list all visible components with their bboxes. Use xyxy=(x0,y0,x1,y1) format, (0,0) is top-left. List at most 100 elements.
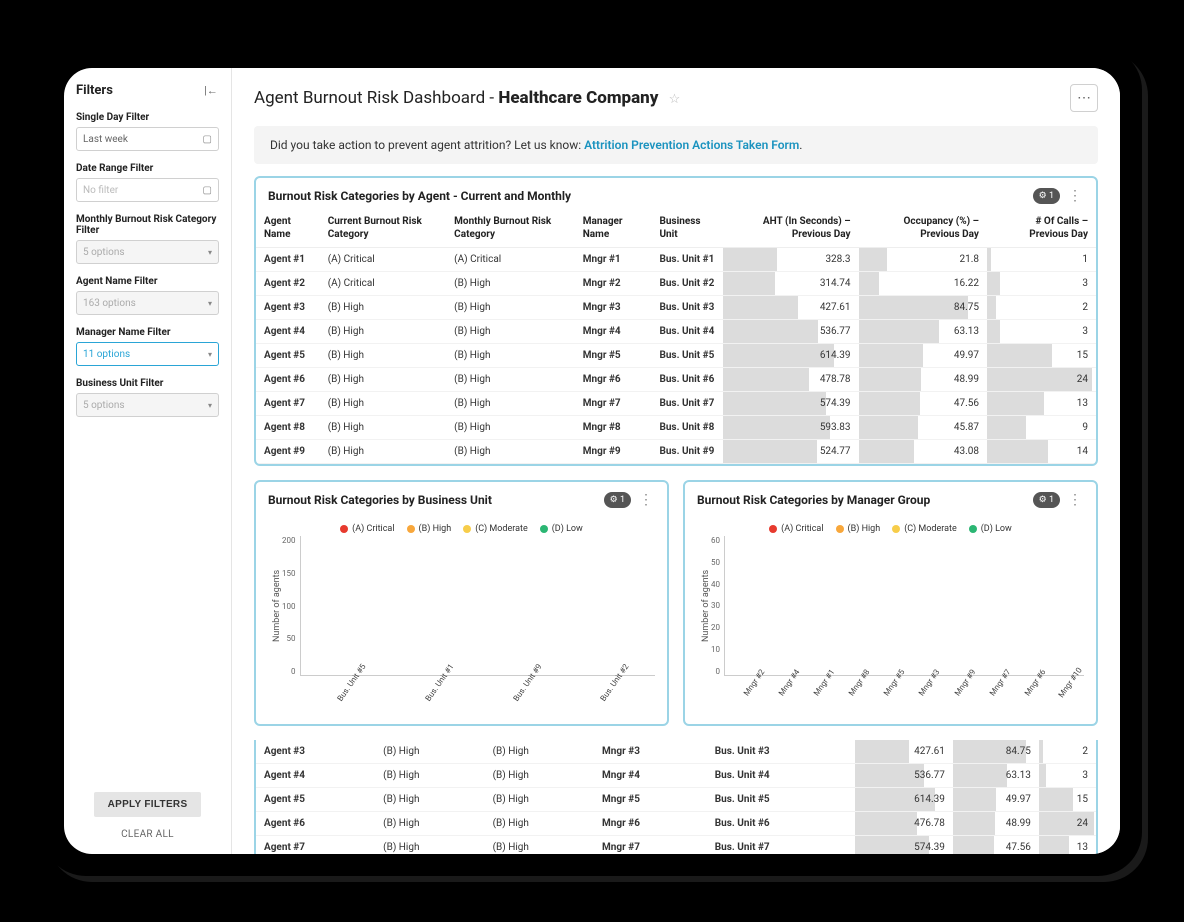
table-cell-bar: 614.39 xyxy=(855,788,953,812)
page-menu-button[interactable]: ⋯ xyxy=(1070,84,1098,112)
agent-burnout-table-continued-card: Agent #3(B) High(B) HighMngr #3Bus. Unit… xyxy=(254,740,1098,854)
table-row[interactable]: Agent #2(A) Critical(B) HighMngr #2Bus. … xyxy=(256,272,1096,296)
agent-name-filter-select[interactable]: 163 options ▾ xyxy=(76,291,219,315)
card-menu-icon[interactable]: ⋮ xyxy=(1066,188,1084,204)
table-row[interactable]: Agent #6(B) High(B) HighMngr #6Bus. Unit… xyxy=(256,812,1096,836)
table-cell: Bus. Unit #2 xyxy=(651,272,723,296)
table-cell-bar: 536.77 xyxy=(855,764,953,788)
apply-filters-button[interactable]: APPLY FILTERS xyxy=(94,792,202,817)
monthly-risk-filter-value: 5 options xyxy=(83,247,125,258)
table-row[interactable]: Agent #3(B) High(B) HighMngr #3Bus. Unit… xyxy=(256,740,1096,764)
y-tick: 200 xyxy=(282,536,296,545)
table-cell-bar: 574.39 xyxy=(723,392,858,416)
filter-chip[interactable]: ⚙ 1 xyxy=(1033,492,1060,508)
table-row[interactable]: Agent #7(B) High(B) HighMngr #7Bus. Unit… xyxy=(256,392,1096,416)
table-cell: Bus. Unit #7 xyxy=(651,392,723,416)
card-menu-icon[interactable]: ⋮ xyxy=(637,492,655,508)
card-menu-icon[interactable]: ⋮ xyxy=(1066,492,1084,508)
favorite-star-icon[interactable]: ☆ xyxy=(669,92,681,107)
table-row[interactable]: Agent #7(B) High(B) HighMngr #7Bus. Unit… xyxy=(256,836,1096,855)
filter-chip[interactable]: ⚙ 1 xyxy=(1033,188,1060,204)
table-cell: Bus. Unit #3 xyxy=(707,740,855,764)
table-row[interactable]: Agent #8(B) High(B) HighMngr #8Bus. Unit… xyxy=(256,416,1096,440)
monthly-risk-filter-select[interactable]: 5 options ▾ xyxy=(76,240,219,264)
legend-item: (A) Critical xyxy=(340,524,394,534)
table-cell-bar: 9 xyxy=(987,416,1096,440)
legend-swatch-icon xyxy=(892,525,900,533)
main-content: Agent Burnout Risk Dashboard - Healthcar… xyxy=(232,68,1120,854)
table-header[interactable]: AHT (In Seconds) – Previous Day xyxy=(723,210,858,248)
table-row[interactable]: Agent #4(B) High(B) HighMngr #4Bus. Unit… xyxy=(256,320,1096,344)
table-header[interactable]: Current Burnout Risk Category xyxy=(320,210,446,248)
chart-legend: (A) Critical(B) High(C) Moderate(D) Low xyxy=(697,520,1084,536)
table-cell: (B) High xyxy=(485,788,594,812)
table-row[interactable]: Agent #1(A) Critical(A) CriticalMngr #1B… xyxy=(256,248,1096,272)
table-row[interactable]: Agent #6(B) High(B) HighMngr #6Bus. Unit… xyxy=(256,368,1096,392)
table-cell-bar: 49.97 xyxy=(859,344,987,368)
table-cell: (B) High xyxy=(375,836,484,855)
table-cell: Bus. Unit #4 xyxy=(651,320,723,344)
table-header[interactable]: Agent Name xyxy=(256,210,320,248)
y-tick: 40 xyxy=(711,580,720,589)
manager-name-filter-select[interactable]: 11 options ▾ xyxy=(76,342,219,366)
table-cell: Mngr #4 xyxy=(575,320,652,344)
screen: Filters |← Single Day Filter Last week ▢… xyxy=(64,68,1120,854)
business-unit-filter-select[interactable]: 5 options ▾ xyxy=(76,393,219,417)
table-cell: Bus. Unit #6 xyxy=(707,812,855,836)
table-cell-bar: 524.77 xyxy=(723,440,858,464)
table-cell-bar: 593.83 xyxy=(723,416,858,440)
single-day-filter-label: Single Day Filter xyxy=(76,112,219,123)
clear-all-link[interactable]: CLEAR ALL xyxy=(76,829,219,840)
table-cell: (B) High xyxy=(446,344,575,368)
table-cell: Agent #3 xyxy=(256,296,320,320)
table-cell: Bus. Unit #5 xyxy=(707,788,855,812)
table-cell-bar: 63.13 xyxy=(859,320,987,344)
attrition-form-link[interactable]: Attrition Prevention Actions Taken Form xyxy=(584,138,799,152)
card-title: Burnout Risk Categories by Manager Group xyxy=(697,493,930,507)
table-cell: (B) High xyxy=(375,764,484,788)
table-cell: Agent #4 xyxy=(256,764,375,788)
table-cell-bar: 3 xyxy=(987,272,1096,296)
date-range-filter-input[interactable]: No filter ▢ xyxy=(76,178,219,202)
table-header[interactable]: # Of Calls – Previous Day xyxy=(987,210,1096,248)
table-cell: (B) High xyxy=(320,344,446,368)
manager-group-chart-card: Burnout Risk Categories by Manager Group… xyxy=(683,480,1098,726)
table-header[interactable]: Occupancy (%) – Previous Day xyxy=(859,210,987,248)
table-cell: (A) Critical xyxy=(446,248,575,272)
table-cell-bar: 3 xyxy=(1039,764,1096,788)
table-header[interactable]: Business Unit xyxy=(651,210,723,248)
table-cell-bar: 574.39 xyxy=(855,836,953,855)
table-cell: (B) High xyxy=(485,836,594,855)
table-row[interactable]: Agent #5(B) High(B) HighMngr #5Bus. Unit… xyxy=(256,344,1096,368)
table-row[interactable]: Agent #5(B) High(B) HighMngr #5Bus. Unit… xyxy=(256,788,1096,812)
filters-title: Filters xyxy=(76,83,113,98)
legend-swatch-icon xyxy=(769,525,777,533)
table-row[interactable]: Agent #9(B) High(B) HighMngr #9Bus. Unit… xyxy=(256,440,1096,464)
legend-swatch-icon xyxy=(340,525,348,533)
table-cell-bar: 478.78 xyxy=(723,368,858,392)
table-cell-bar: 47.56 xyxy=(859,392,987,416)
single-day-filter-value: Last week xyxy=(83,134,128,145)
y-tick: 50 xyxy=(282,634,296,643)
filter-chip[interactable]: ⚙ 1 xyxy=(604,492,631,508)
banner-text-before: Did you take action to prevent agent att… xyxy=(270,138,584,152)
x-labels: Mngr #2Mngr #4Mngr #1Mngr #8Mngr #5Mngr … xyxy=(697,676,1084,714)
table-cell-bar: 24 xyxy=(987,368,1096,392)
table-cell: (B) High xyxy=(446,368,575,392)
table-header[interactable]: Manager Name xyxy=(575,210,652,248)
table-cell-bar: 24 xyxy=(1039,812,1096,836)
table-cell-bar: 84.75 xyxy=(859,296,987,320)
agent-burnout-table-card: Burnout Risk Categories by Agent - Curre… xyxy=(254,176,1098,466)
single-day-filter-input[interactable]: Last week ▢ xyxy=(76,127,219,151)
legend-item: (C) Moderate xyxy=(463,524,528,534)
table-cell: (B) High xyxy=(375,740,484,764)
table-row[interactable]: Agent #4(B) High(B) HighMngr #4Bus. Unit… xyxy=(256,764,1096,788)
table-cell-bar: 15 xyxy=(1039,788,1096,812)
collapse-sidebar-icon[interactable]: |← xyxy=(203,82,219,98)
table-row[interactable]: Agent #3(B) High(B) HighMngr #3Bus. Unit… xyxy=(256,296,1096,320)
table-cell: Bus. Unit #6 xyxy=(651,368,723,392)
table-header[interactable]: Monthly Burnout Risk Category xyxy=(446,210,575,248)
table-cell: Agent #5 xyxy=(256,344,320,368)
table-cell: Agent #9 xyxy=(256,440,320,464)
card-title: Burnout Risk Categories by Agent - Curre… xyxy=(268,189,571,203)
